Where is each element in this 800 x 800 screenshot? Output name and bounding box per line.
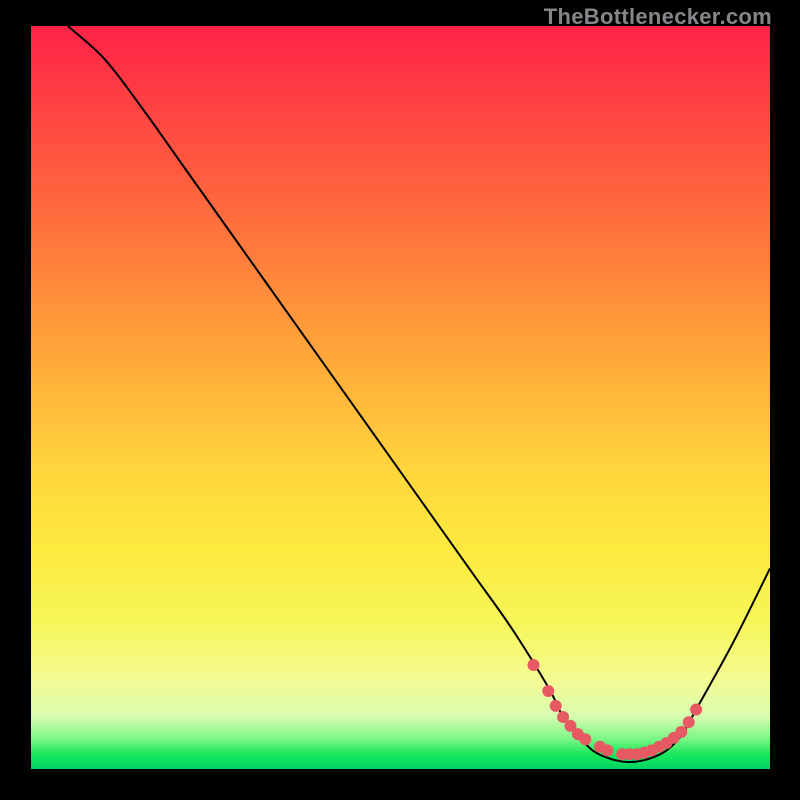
chart-svg <box>0 0 800 800</box>
data-marker <box>675 726 687 738</box>
chart-frame: TheBottlenecker.com <box>0 0 800 800</box>
data-marker <box>690 704 702 716</box>
data-marker <box>601 744 613 756</box>
data-marker <box>542 685 554 697</box>
bottleneck-curve <box>68 26 770 762</box>
data-marker <box>528 659 540 671</box>
data-marker <box>579 733 591 745</box>
data-marker <box>683 716 695 728</box>
data-marker <box>550 700 562 712</box>
